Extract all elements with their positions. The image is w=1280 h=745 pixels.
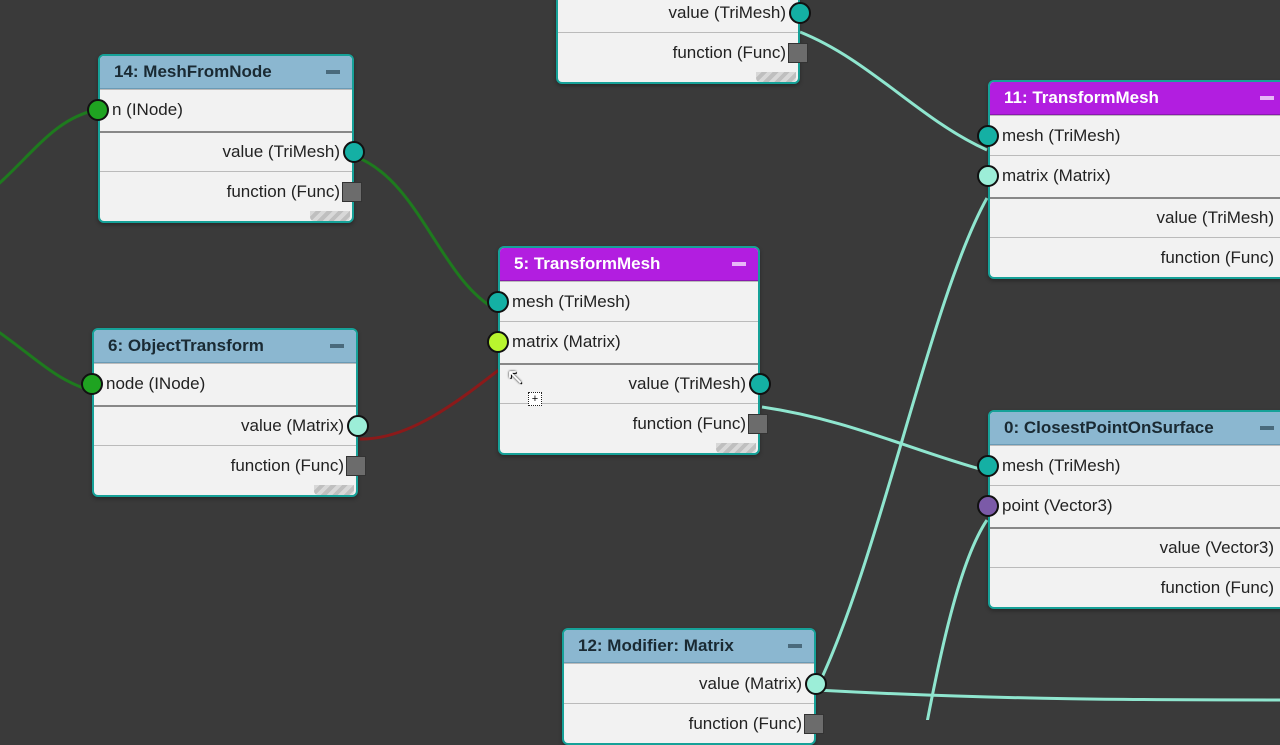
collapse-icon[interactable] bbox=[1260, 426, 1274, 430]
port-in[interactable] bbox=[977, 125, 999, 147]
port-label: function (Func) bbox=[1161, 578, 1274, 598]
port-label: value (Vector3) bbox=[1160, 538, 1274, 558]
resize-grip-icon[interactable] bbox=[716, 443, 756, 453]
resize-grip-icon[interactable] bbox=[756, 72, 796, 82]
port-label: n (INode) bbox=[112, 100, 183, 120]
input-row[interactable]: mesh (TriMesh) bbox=[990, 445, 1280, 485]
input-row[interactable]: matrix (Matrix) bbox=[500, 321, 758, 361]
port-in[interactable] bbox=[87, 99, 109, 121]
port-label: value (Matrix) bbox=[241, 416, 344, 436]
node-6-objecttransform[interactable]: 6: ObjectTransform node (INode) value (M… bbox=[92, 328, 358, 497]
input-row[interactable]: point (Vector3) bbox=[990, 485, 1280, 525]
func-square-icon[interactable] bbox=[788, 43, 808, 63]
output-row[interactable]: function (Func) bbox=[558, 32, 798, 72]
port-label: value (TriMesh) bbox=[629, 374, 746, 394]
port-label: point (Vector3) bbox=[1002, 496, 1113, 516]
output-row[interactable]: value (TriMesh) bbox=[558, 0, 798, 32]
func-square-icon[interactable] bbox=[346, 456, 366, 476]
port-label: function (Func) bbox=[673, 43, 786, 63]
node-title: 5: TransformMesh bbox=[514, 254, 660, 274]
port-in[interactable] bbox=[81, 373, 103, 395]
output-row[interactable]: function (Func) bbox=[990, 567, 1280, 607]
port-label: value (TriMesh) bbox=[669, 3, 786, 23]
node-graph-canvas[interactable]: 14: MeshFromNode n (INode) value (TriMes… bbox=[0, 0, 1280, 720]
output-row[interactable]: value (TriMesh) bbox=[100, 131, 352, 171]
func-square-icon[interactable] bbox=[748, 414, 768, 434]
collapse-icon[interactable] bbox=[330, 344, 344, 348]
resize-grip-icon[interactable] bbox=[314, 485, 354, 495]
port-in[interactable] bbox=[487, 291, 509, 313]
node-0-closestpointonsurface[interactable]: 0: ClosestPointOnSurface mesh (TriMesh) … bbox=[988, 410, 1280, 609]
node-header[interactable]: 12: Modifier: Matrix bbox=[564, 630, 814, 663]
port-out[interactable] bbox=[749, 373, 771, 395]
output-row[interactable]: function (Func) bbox=[500, 403, 758, 443]
node-14-meshfromnode[interactable]: 14: MeshFromNode n (INode) value (TriMes… bbox=[98, 54, 354, 223]
port-out[interactable] bbox=[343, 141, 365, 163]
node-top-partial[interactable]: value (TriMesh) function (Func) bbox=[556, 0, 800, 84]
port-label: function (Func) bbox=[689, 714, 802, 734]
port-in[interactable] bbox=[977, 165, 999, 187]
port-label: node (INode) bbox=[106, 374, 205, 394]
output-row[interactable]: value (TriMesh) bbox=[990, 197, 1280, 237]
output-row[interactable]: value (Matrix) bbox=[564, 663, 814, 703]
port-out[interactable] bbox=[789, 2, 811, 24]
port-label: value (TriMesh) bbox=[1157, 208, 1274, 228]
output-row[interactable]: value (Vector3) bbox=[990, 527, 1280, 567]
port-label: mesh (TriMesh) bbox=[1002, 126, 1120, 146]
input-row[interactable]: matrix (Matrix) bbox=[990, 155, 1280, 195]
collapse-icon[interactable] bbox=[1260, 96, 1274, 100]
node-title: 11: TransformMesh bbox=[1004, 88, 1159, 108]
port-out[interactable] bbox=[805, 673, 827, 695]
input-row[interactable]: mesh (TriMesh) bbox=[500, 281, 758, 321]
node-header[interactable]: 14: MeshFromNode bbox=[100, 56, 352, 89]
port-label: function (Func) bbox=[227, 182, 340, 202]
node-5-transformmesh[interactable]: 5: TransformMesh mesh (TriMesh) matrix (… bbox=[498, 246, 760, 455]
node-title: 6: ObjectTransform bbox=[108, 336, 264, 356]
port-label: function (Func) bbox=[231, 456, 344, 476]
node-header[interactable]: 5: TransformMesh bbox=[500, 248, 758, 281]
resize-grip-icon[interactable] bbox=[310, 211, 350, 221]
output-row[interactable]: function (Func) bbox=[564, 703, 814, 743]
port-in[interactable] bbox=[487, 331, 509, 353]
input-row[interactable]: mesh (TriMesh) bbox=[990, 115, 1280, 155]
collapse-icon[interactable] bbox=[788, 644, 802, 648]
output-row[interactable]: function (Func) bbox=[990, 237, 1280, 277]
port-label: mesh (TriMesh) bbox=[1002, 456, 1120, 476]
port-label: mesh (TriMesh) bbox=[512, 292, 630, 312]
node-header[interactable]: 0: ClosestPointOnSurface bbox=[990, 412, 1280, 445]
node-header[interactable]: 6: ObjectTransform bbox=[94, 330, 356, 363]
port-in[interactable] bbox=[977, 455, 999, 477]
node-title: 0: ClosestPointOnSurface bbox=[1004, 418, 1214, 438]
func-square-icon[interactable] bbox=[804, 714, 824, 734]
port-label: value (Matrix) bbox=[699, 674, 802, 694]
input-row[interactable]: n (INode) bbox=[100, 89, 352, 129]
port-in[interactable] bbox=[977, 495, 999, 517]
port-label: function (Func) bbox=[1161, 248, 1274, 268]
collapse-icon[interactable] bbox=[326, 70, 340, 74]
port-label: matrix (Matrix) bbox=[512, 332, 621, 352]
port-label: value (TriMesh) bbox=[223, 142, 340, 162]
node-11-transformmesh[interactable]: 11: TransformMesh mesh (TriMesh) matrix … bbox=[988, 80, 1280, 279]
cursor-plus-badge-icon: + bbox=[528, 392, 542, 406]
output-row[interactable]: value (Matrix) bbox=[94, 405, 356, 445]
collapse-icon[interactable] bbox=[732, 262, 746, 266]
output-row[interactable]: function (Func) bbox=[100, 171, 352, 211]
port-out[interactable] bbox=[347, 415, 369, 437]
node-12-modifier-matrix[interactable]: 12: Modifier: Matrix value (Matrix) func… bbox=[562, 628, 816, 745]
node-header[interactable]: 11: TransformMesh bbox=[990, 82, 1280, 115]
input-row[interactable]: node (INode) bbox=[94, 363, 356, 403]
func-square-icon[interactable] bbox=[342, 182, 362, 202]
port-label: function (Func) bbox=[633, 414, 746, 434]
node-title: 12: Modifier: Matrix bbox=[578, 636, 734, 656]
node-title: 14: MeshFromNode bbox=[114, 62, 272, 82]
port-label: matrix (Matrix) bbox=[1002, 166, 1111, 186]
output-row[interactable]: function (Func) bbox=[94, 445, 356, 485]
